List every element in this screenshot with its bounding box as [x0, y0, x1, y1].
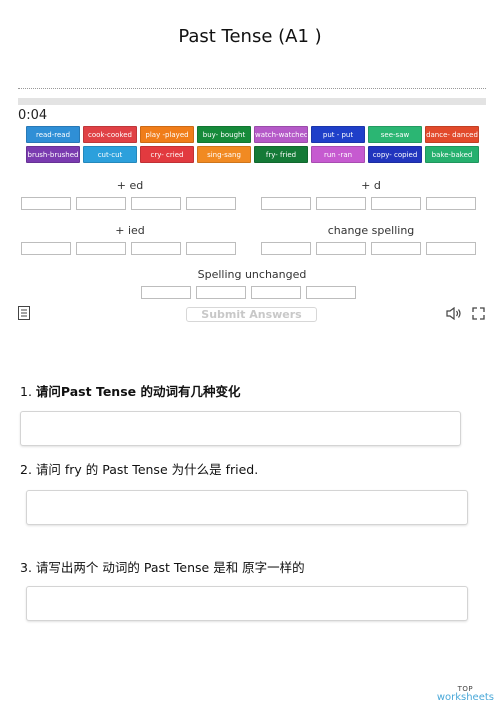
brand-logo: TOP worksheets — [437, 686, 494, 703]
word-tile[interactable]: fry- fried — [254, 146, 308, 163]
drop-box[interactable] — [316, 242, 366, 255]
drop-box[interactable] — [306, 286, 356, 299]
drop-box[interactable] — [21, 242, 71, 255]
word-tile[interactable]: buy- bought — [197, 126, 251, 143]
word-tile[interactable]: cut-cut — [83, 146, 137, 163]
drop-box[interactable] — [131, 197, 181, 210]
drop-box[interactable] — [261, 242, 311, 255]
drop-zone-ied — [21, 242, 236, 255]
group-label-change-spelling: change spelling — [327, 224, 415, 237]
word-tile[interactable]: dance- danced — [425, 126, 479, 143]
word-tile[interactable]: copy- copied — [368, 146, 422, 163]
tile-bank: read-read cook-cooked play -played buy- … — [26, 126, 479, 163]
drop-zone-ed — [21, 197, 236, 210]
brand-main-text: worksheets — [436, 692, 494, 703]
drop-box[interactable] — [76, 242, 126, 255]
word-tile[interactable]: read-read — [26, 126, 80, 143]
group-label-spelling-unchanged: Spelling unchanged — [197, 268, 307, 281]
word-tile[interactable]: watch-watched — [254, 126, 308, 143]
word-tile[interactable]: play -played — [140, 126, 194, 143]
question-number: 1. — [20, 384, 32, 399]
menu-list-icon[interactable] — [18, 306, 30, 323]
drop-box[interactable] — [76, 197, 126, 210]
drop-box[interactable] — [316, 197, 366, 210]
submit-answers-button[interactable]: Submit Answers — [186, 307, 317, 322]
drop-box[interactable] — [426, 197, 476, 210]
question-3: 3. 请写出两个 动词的 Past Tense 是和 原字一样的 — [20, 557, 305, 576]
page-title: Past Tense (A1 ) — [178, 26, 322, 47]
activity-panel: 0:04 read-read cook-cooked play -played … — [18, 88, 486, 328]
group-label-ied: + ied — [115, 224, 145, 237]
drop-zone-spelling-unchanged — [141, 286, 356, 299]
drop-zone-change-spelling — [261, 242, 476, 255]
drop-box[interactable] — [186, 197, 236, 210]
drop-box[interactable] — [21, 197, 71, 210]
drop-box[interactable] — [426, 242, 476, 255]
group-label-d: + d — [361, 179, 381, 192]
drop-box[interactable] — [371, 197, 421, 210]
drop-box[interactable] — [186, 242, 236, 255]
speaker-icon[interactable] — [446, 306, 462, 323]
drop-box[interactable] — [141, 286, 191, 299]
question-2: 2. 请问 fry 的 Past Tense 为什么是 fried. — [20, 459, 258, 478]
drop-box[interactable] — [196, 286, 246, 299]
question-number: 3. — [20, 560, 32, 575]
word-tile[interactable]: cry- cried — [140, 146, 194, 163]
answer-field-3[interactable] — [26, 586, 468, 621]
question-text: 请问 fry 的 Past Tense 为什么是 fried. — [35, 462, 259, 477]
answer-field-2[interactable] — [26, 490, 468, 525]
timer: 0:04 — [18, 108, 48, 123]
word-tile[interactable]: put - put — [311, 126, 365, 143]
drop-box[interactable] — [251, 286, 301, 299]
group-label-ed: + ed — [116, 179, 144, 192]
question-text: 请问Past Tense 的动词有几种变化 — [35, 384, 241, 399]
word-tile[interactable]: run -ran — [311, 146, 365, 163]
drop-box[interactable] — [131, 242, 181, 255]
word-tile[interactable]: sing-sang — [197, 146, 251, 163]
fullscreen-icon[interactable] — [472, 307, 485, 323]
question-number: 2. — [20, 462, 32, 477]
word-tile[interactable]: bake-baked — [425, 146, 479, 163]
question-text: 请写出两个 动词的 Past Tense 是和 原字一样的 — [35, 560, 305, 575]
question-1: 1. 请问Past Tense 的动词有几种变化 — [20, 381, 240, 400]
word-tile[interactable]: see-saw — [368, 126, 422, 143]
word-tile[interactable]: cook-cooked — [83, 126, 137, 143]
drop-zone-d — [261, 197, 476, 210]
word-tile[interactable]: brush-brushed — [26, 146, 80, 163]
divider — [18, 88, 486, 94]
answer-field-1[interactable] — [20, 411, 461, 446]
timer-progress-bar — [18, 98, 486, 105]
drop-box[interactable] — [261, 197, 311, 210]
drop-box[interactable] — [371, 242, 421, 255]
